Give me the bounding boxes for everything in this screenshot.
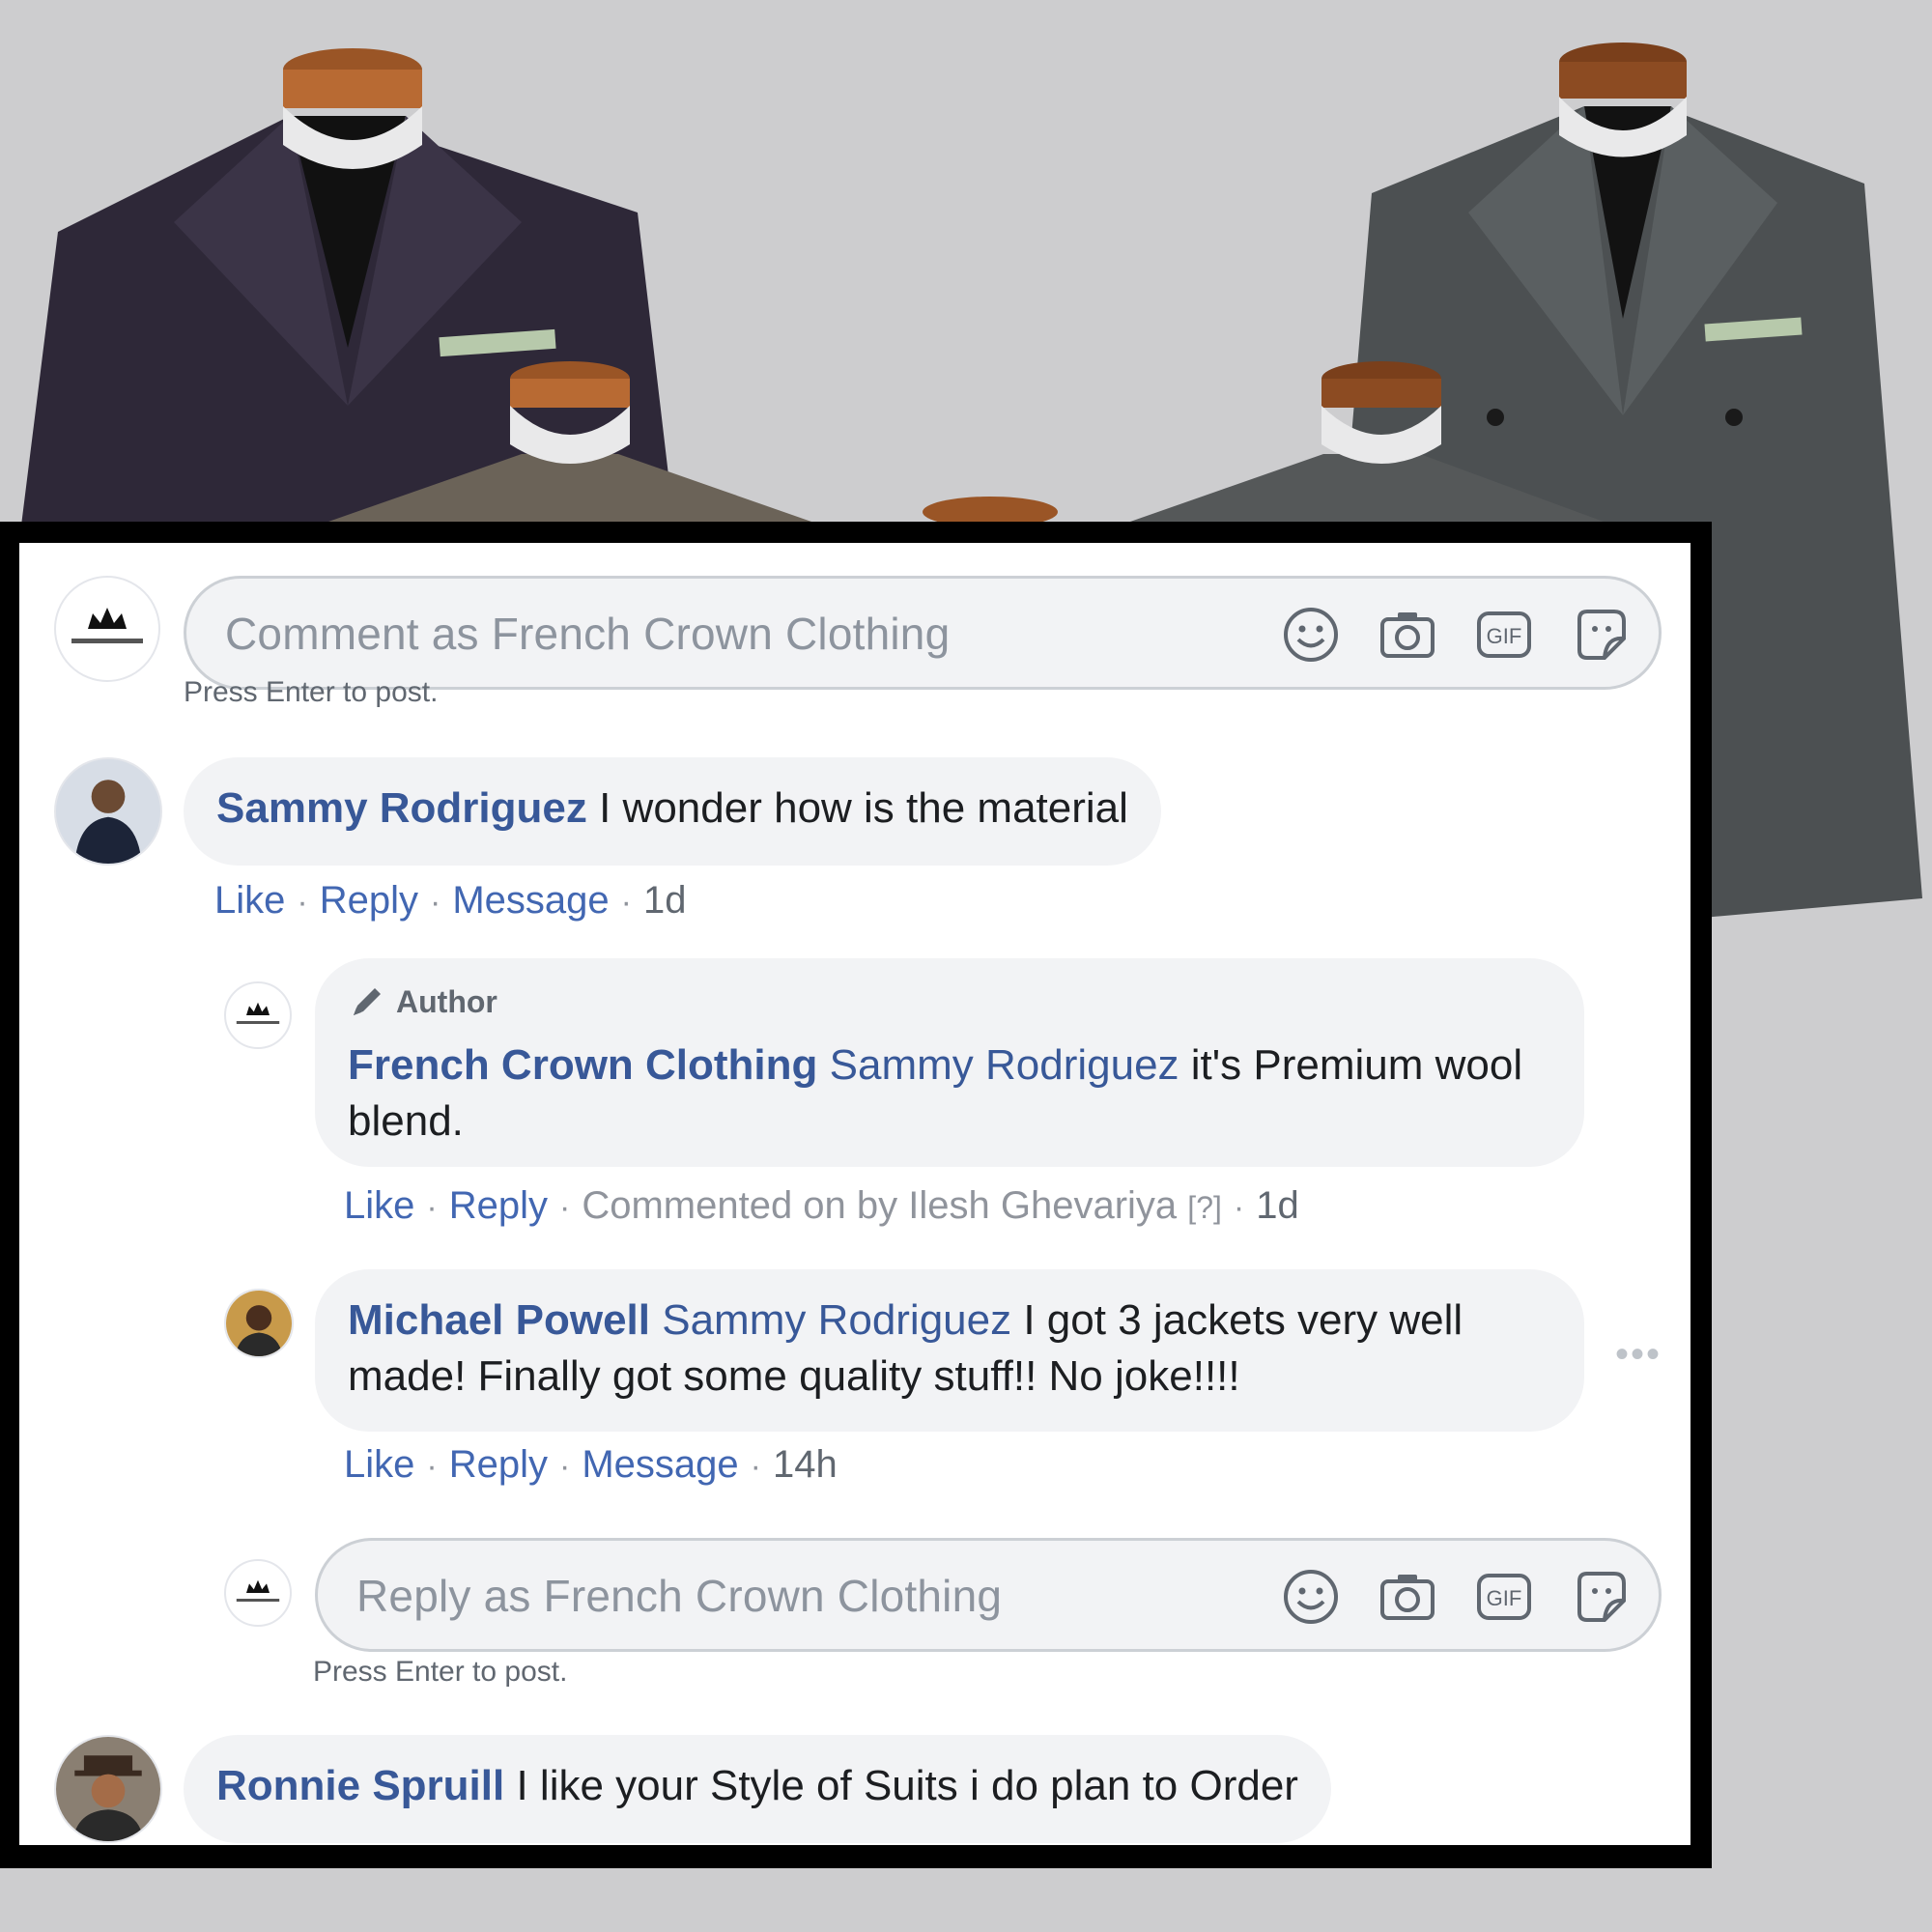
commented-by-text: Commented on by Ilesh Ghevariya	[582, 1184, 1178, 1227]
separator: ·	[297, 884, 308, 921]
commenter-avatar-ronnie[interactable]	[54, 1735, 162, 1843]
comment-input-placeholder: Comment as French Crown Clothing	[225, 609, 951, 659]
page-avatar-small[interactable]	[224, 1559, 292, 1627]
person-photo-icon	[226, 1291, 292, 1356]
pencil-icon	[354, 988, 381, 1015]
gif-icon[interactable]: GIF	[1475, 1568, 1533, 1626]
camera-icon[interactable]	[1378, 1568, 1436, 1626]
separator: ·	[426, 1448, 438, 1485]
commenter-avatar-michael[interactable]	[224, 1289, 294, 1358]
separator: ·	[620, 884, 632, 921]
comment-text: I like your Style of Suits i do plan to …	[516, 1762, 1298, 1809]
sticker-icon[interactable]	[1572, 1568, 1630, 1626]
separator: ·	[750, 1448, 761, 1485]
comment-author-link[interactable]: Sammy Rodriguez	[216, 784, 587, 832]
comment-timestamp: 1d	[1256, 1184, 1299, 1227]
comment-panel: Comment as French Crown Clothing GIF Pre…	[19, 543, 1690, 1845]
page-avatar[interactable]	[54, 576, 160, 682]
svg-text:GIF: GIF	[1487, 1586, 1522, 1610]
help-link[interactable]: [?]	[1187, 1190, 1222, 1225]
reply-link[interactable]: Reply	[320, 879, 418, 922]
composer-toolbar: GIF	[1282, 606, 1630, 664]
more-options-button[interactable]: •••	[1615, 1333, 1662, 1377]
page-avatar-small[interactable]	[224, 981, 292, 1049]
person-photo-icon	[56, 759, 160, 864]
author-badge: Author	[348, 974, 1551, 1030]
separator: ·	[558, 1189, 571, 1226]
reply-input-placeholder: Reply as French Crown Clothing	[356, 1571, 1003, 1621]
press-enter-hint: Press Enter to post.	[184, 676, 439, 708]
person-photo-icon	[56, 1737, 160, 1841]
crown-logo-icon	[236, 1002, 280, 1024]
comment-bubble: Ronnie Spruill I like your Style of Suit…	[184, 1735, 1331, 1843]
reply-actions: Like · Reply · Commented on by Ilesh Ghevari…	[344, 1184, 1299, 1228]
comment-author-link[interactable]: French Crown Clothing	[348, 1041, 817, 1089]
comment-input[interactable]: Comment as French Crown Clothing GIF	[184, 576, 1662, 690]
mention-link[interactable]: Sammy Rodriguez	[830, 1041, 1179, 1089]
reply-bubble: Michael Powell Sammy Rodriguez I got 3 j…	[315, 1269, 1584, 1432]
crown-logo-icon	[236, 1579, 280, 1602]
like-link[interactable]: Like	[344, 1443, 414, 1486]
sticker-icon[interactable]	[1572, 606, 1630, 664]
comment-timestamp: 1d	[642, 879, 687, 922]
separator: ·	[1233, 1189, 1245, 1226]
author-badge-label: Author	[396, 984, 497, 1019]
message-link[interactable]: Message	[452, 879, 609, 922]
separator: ·	[558, 1448, 571, 1485]
comment-author-link[interactable]: Michael Powell	[348, 1296, 650, 1344]
mention-link[interactable]: Sammy Rodriguez	[662, 1296, 1011, 1344]
message-link[interactable]: Message	[582, 1443, 738, 1486]
smiley-icon[interactable]	[1282, 1568, 1340, 1626]
camera-icon[interactable]	[1378, 606, 1436, 664]
crown-logo-icon	[71, 608, 143, 643]
composer-toolbar: GIF	[1282, 1568, 1630, 1626]
reply-bubble-author: Author French Crown Clothing Sammy Rodri…	[315, 958, 1584, 1167]
like-link[interactable]: Like	[344, 1184, 414, 1227]
comment-bubble: Sammy Rodriguez I wonder how is the mate…	[184, 757, 1161, 866]
reply-link[interactable]: Reply	[449, 1184, 548, 1227]
reply-input[interactable]: Reply as French Crown Clothing GIF	[315, 1538, 1662, 1652]
comment-author-link[interactable]: Ronnie Spruill	[216, 1762, 504, 1809]
svg-text:GIF: GIF	[1487, 624, 1522, 648]
commenter-avatar-sammy[interactable]	[54, 757, 162, 866]
separator: ·	[426, 1189, 438, 1226]
like-link[interactable]: Like	[214, 879, 285, 922]
comment-text: I wonder how is the material	[599, 784, 1128, 832]
comment-timestamp: 14h	[772, 1443, 838, 1486]
comment-panel-frame: Comment as French Crown Clothing GIF Pre…	[0, 522, 1712, 1868]
comment-actions: Like · Reply · Message · 1d	[214, 879, 686, 923]
gif-icon[interactable]: GIF	[1475, 606, 1533, 664]
smiley-icon[interactable]	[1282, 606, 1340, 664]
reply-actions: Like · Reply · Message · 14h	[344, 1443, 838, 1487]
press-enter-hint: Press Enter to post.	[313, 1656, 568, 1688]
separator: ·	[429, 884, 441, 921]
reply-link[interactable]: Reply	[449, 1443, 548, 1486]
